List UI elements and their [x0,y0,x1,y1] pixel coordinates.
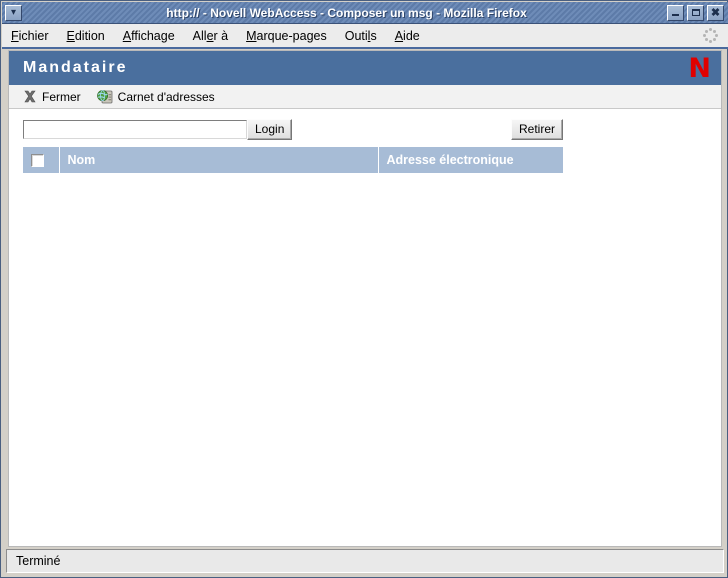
window-title: http:// - Novell WebAccess - Composer un… [166,5,527,20]
minimize-button[interactable] [667,4,684,21]
throbber-icon [703,27,719,44]
address-book-icon [96,89,113,104]
browser-window: ▾ http:// - Novell WebAccess - Composer … [0,0,728,578]
close-x-icon [23,90,37,104]
proxy-form-area: Login Retirer Nom Adresse électronique [9,109,721,173]
table-header-row: Nom Adresse électronique [23,147,563,173]
close-icon: ✖ [710,6,721,19]
page-viewport: Mandataire N Fermer Carnet d'adresses Lo… [9,51,721,546]
minimize-icon [672,14,679,16]
menu-item-affichage[interactable]: Affichage [114,26,184,46]
menu-item-outils[interactable]: Outils [336,26,386,46]
chevron-down-icon: ▾ [10,6,17,18]
menu-item-fichier[interactable]: Fichier [2,26,58,46]
toolbar-label-fermer: Fermer [42,89,81,104]
maximize-icon [691,9,700,16]
window-controls: ✖ [667,4,724,21]
menu-item-aide[interactable]: Aide [386,26,429,46]
toolbar-button-fermer[interactable]: Fermer [23,90,81,104]
close-button[interactable]: ✖ [707,4,724,21]
page-title: Mandataire [23,59,128,76]
menu-item-marque-pages[interactable]: Marque-pages [237,26,336,46]
menu-bar: Fichier Edition Affichage Aller à Marque… [2,24,728,49]
maximize-button[interactable] [687,4,704,21]
login-input[interactable] [23,120,247,139]
toolbar-label-carnet-adresses: Carnet d'adresses [117,89,215,104]
title-bar: ▾ http:// - Novell WebAccess - Composer … [2,2,728,24]
status-text: Terminé [16,554,61,568]
proxy-table: Nom Adresse électronique [23,147,563,173]
column-header-nom[interactable]: Nom [59,147,379,173]
toolbar-button-carnet-adresses[interactable]: Carnet d'adresses [96,89,215,104]
app-header: Mandataire N [9,51,721,85]
column-header-adresse-electronique[interactable]: Adresse électronique [378,147,563,173]
login-row: Login Retirer [23,119,563,140]
column-header-select-all[interactable] [23,147,60,173]
login-button[interactable]: Login [247,119,293,140]
menu-item-aller-a[interactable]: Aller à [184,26,237,46]
novell-logo: N [688,52,711,84]
select-all-checkbox[interactable] [31,153,44,167]
system-menu-button[interactable]: ▾ [5,4,22,21]
remove-button[interactable]: Retirer [510,119,563,140]
app-toolbar: Fermer Carnet d'adresses [9,85,721,109]
menu-item-edition[interactable]: Edition [58,26,114,46]
status-bar: Terminé [6,549,724,573]
